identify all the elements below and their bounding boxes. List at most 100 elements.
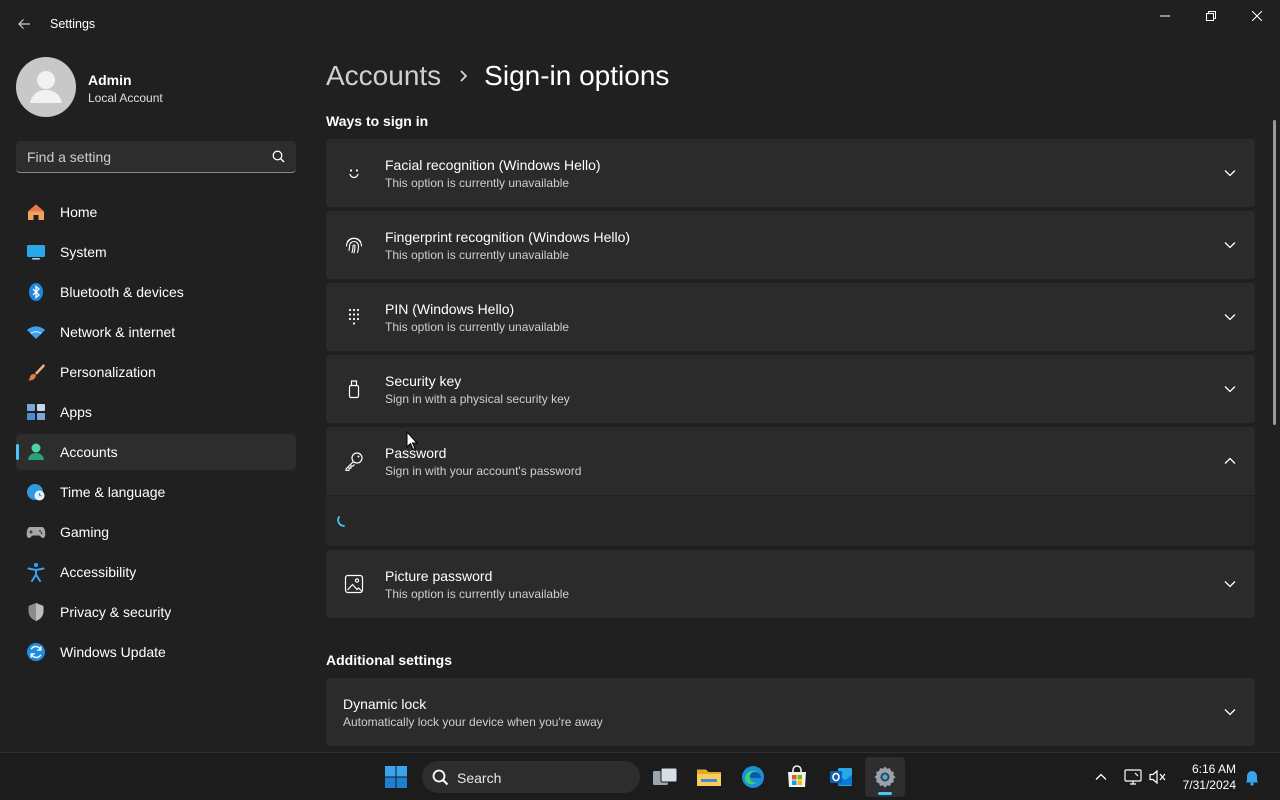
chevron-up-icon[interactable] <box>1091 767 1111 787</box>
settings-taskbar-button[interactable] <box>865 757 905 797</box>
back-button[interactable] <box>10 10 38 38</box>
dynamic-lock-card[interactable]: Dynamic lock Automatically lock your dev… <box>326 678 1255 746</box>
file-explorer-button[interactable] <box>689 757 729 797</box>
search-icon[interactable] <box>272 150 285 163</box>
chevron-up-icon[interactable] <box>1223 454 1237 468</box>
picture-password-card[interactable]: Picture password This option is currentl… <box>326 550 1255 618</box>
chevron-down-icon[interactable] <box>1223 166 1237 180</box>
minimize-icon <box>1160 15 1170 17</box>
section-title-ways-to-sign-in: Ways to sign in <box>326 113 429 129</box>
task-view-button[interactable] <box>645 757 685 797</box>
profile-account-type: Local Account <box>88 91 163 105</box>
restore-button[interactable] <box>1188 0 1234 32</box>
sidebar-item-label: Accessibility <box>60 564 137 580</box>
usb-key-icon <box>344 379 364 399</box>
password-expanded-panel <box>326 496 1255 546</box>
sidebar-item-accounts[interactable]: Accounts <box>16 434 296 470</box>
card-subtitle: Sign in with a physical security key <box>385 392 570 406</box>
outlook-button[interactable] <box>821 757 861 797</box>
taskbar-clock[interactable]: 6:16 AM 7/31/2024 <box>1170 761 1236 793</box>
arrow-left-icon <box>18 19 30 29</box>
sidebar-item-accessibility[interactable]: Accessibility <box>16 554 296 590</box>
sidebar-item-gaming[interactable]: Gaming <box>16 514 296 550</box>
card-title: Picture password <box>385 568 493 584</box>
breadcrumb: Accounts Sign-in options <box>326 58 669 94</box>
person-silhouette-icon <box>30 71 62 103</box>
minimize-button[interactable] <box>1142 0 1188 32</box>
shield-icon <box>26 602 46 622</box>
chevron-down-icon[interactable] <box>1223 577 1237 591</box>
password-card[interactable]: Password Sign in with your account's pas… <box>326 427 1255 495</box>
section-title-additional-settings: Additional settings <box>326 652 452 668</box>
scrollbar[interactable] <box>1273 120 1276 425</box>
sidebar-item-label: System <box>60 244 107 260</box>
sidebar-item-privacy[interactable]: Privacy & security <box>16 594 296 630</box>
card-title: PIN (Windows Hello) <box>385 301 515 317</box>
chevron-right-icon <box>459 69 468 83</box>
wifi-icon <box>26 322 46 342</box>
pin-card[interactable]: PIN (Windows Hello) This option is curre… <box>326 283 1255 351</box>
security-key-card[interactable]: Security key Sign in with a physical sec… <box>326 355 1255 423</box>
notification-bell-icon[interactable] <box>1242 767 1262 787</box>
sidebar-item-label: Network & internet <box>60 324 176 340</box>
globe-clock-icon <box>26 482 46 502</box>
mouse-cursor-icon <box>406 431 418 451</box>
person-icon <box>26 442 46 462</box>
card-subtitle: Sign in with your account's password <box>385 464 582 478</box>
start-button[interactable] <box>376 757 416 797</box>
chevron-down-icon[interactable] <box>1223 382 1237 396</box>
card-subtitle: This option is currently unavailable <box>385 248 570 262</box>
loading-spinner-icon <box>337 516 345 527</box>
close-button[interactable] <box>1234 0 1280 32</box>
clock-time: 6:16 AM <box>1191 762 1236 776</box>
network-status-icon[interactable] <box>1123 767 1143 787</box>
fingerprint-icon <box>344 235 364 255</box>
sidebar-item-label: Bluetooth & devices <box>60 284 184 300</box>
store-button[interactable] <box>777 757 817 797</box>
sidebar-item-bluetooth[interactable]: Bluetooth & devices <box>16 274 296 310</box>
sidebar-item-apps[interactable]: Apps <box>16 394 296 430</box>
chevron-down-icon[interactable] <box>1223 310 1237 324</box>
key-icon <box>344 451 364 471</box>
sidebar-item-label: Apps <box>60 404 92 420</box>
search-icon <box>432 769 449 786</box>
settings-search[interactable] <box>16 141 296 173</box>
sidebar-item-personalization[interactable]: Personalization <box>16 354 296 390</box>
chevron-down-icon[interactable] <box>1223 238 1237 252</box>
search-input[interactable] <box>16 141 266 172</box>
taskbar-search-label: Search <box>457 770 502 786</box>
sidebar-item-home[interactable]: Home <box>16 194 296 230</box>
store-icon <box>788 765 806 787</box>
sidebar-item-label: Personalization <box>60 364 156 380</box>
breadcrumb-parent[interactable]: Accounts <box>326 60 441 92</box>
sidebar-item-network[interactable]: Network & internet <box>16 314 296 350</box>
edge-icon <box>742 766 764 788</box>
card-subtitle: This option is currently unavailable <box>385 176 570 190</box>
restore-icon <box>1206 11 1216 21</box>
taskbar-search[interactable]: Search <box>422 761 640 793</box>
sidebar-item-time-language[interactable]: Time & language <box>16 474 296 510</box>
sidebar-item-label: Time & language <box>60 484 166 500</box>
update-icon <box>26 642 46 662</box>
card-title: Dynamic lock <box>343 696 427 712</box>
card-subtitle: This option is currently unavailable <box>385 320 570 334</box>
card-title: Fingerprint recognition (Windows Hello) <box>385 229 631 245</box>
outlook-icon <box>830 768 852 786</box>
monitor-icon <box>26 242 46 262</box>
profile-name: Admin <box>88 72 132 88</box>
sidebar-item-windows-update[interactable]: Windows Update <box>16 634 296 670</box>
gamepad-icon <box>26 522 46 542</box>
sidebar-item-system[interactable]: System <box>16 234 296 270</box>
chevron-down-icon[interactable] <box>1223 705 1237 719</box>
facial-recognition-card[interactable]: Facial recognition (Windows Hello) This … <box>326 139 1255 207</box>
close-icon <box>1252 11 1262 21</box>
avatar[interactable] <box>16 57 76 117</box>
fingerprint-recognition-card[interactable]: Fingerprint recognition (Windows Hello) … <box>326 211 1255 279</box>
clock-date: 7/31/2024 <box>1182 778 1236 792</box>
settings-icon <box>874 766 896 788</box>
edge-button[interactable] <box>733 757 773 797</box>
volume-muted-icon[interactable] <box>1148 767 1168 787</box>
card-subtitle: This option is currently unavailable <box>385 587 570 601</box>
sidebar-item-label: Windows Update <box>60 644 166 660</box>
card-subtitle: Automatically lock your device when you'… <box>343 715 603 729</box>
